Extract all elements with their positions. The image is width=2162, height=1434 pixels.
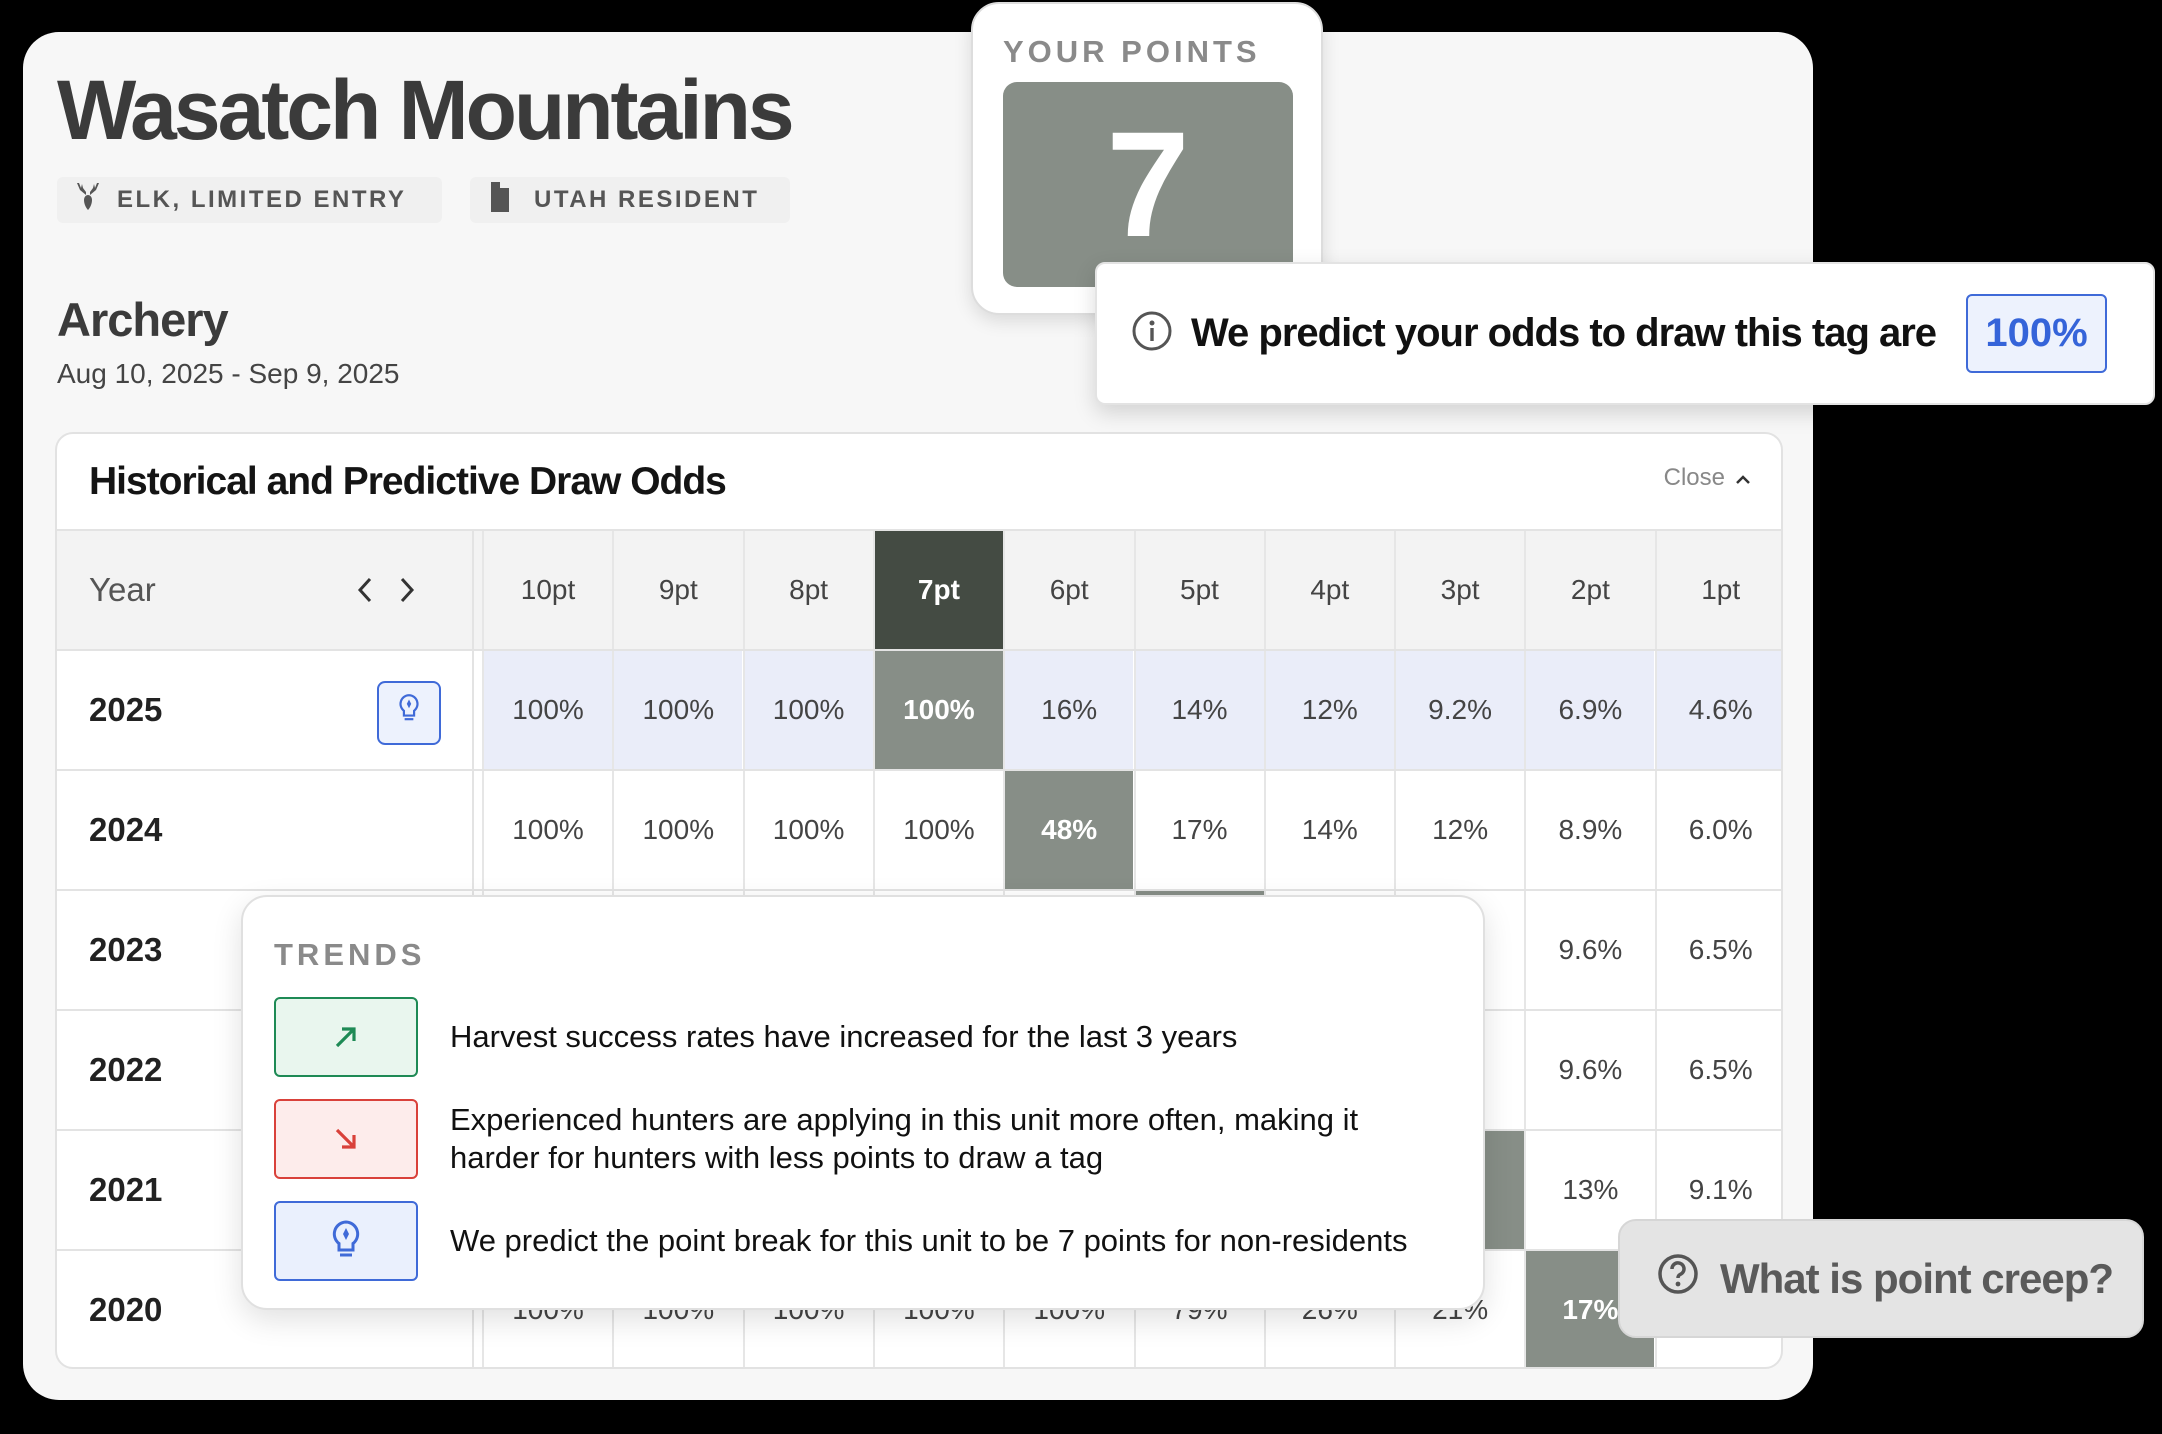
odds-cell: 6.0% <box>1654 771 1781 889</box>
odds-cell: 4.6% <box>1654 651 1781 769</box>
prediction-popup: We predict your odds to draw this tag ar… <box>1095 262 2155 405</box>
species-tag: ELK, LIMITED ENTRY <box>57 177 442 223</box>
your-points-value: 7 <box>1003 82 1293 287</box>
season-title: Archery <box>57 293 229 346</box>
chevron-left-icon[interactable] <box>357 576 373 604</box>
column-header-1pt[interactable]: 1pt <box>1654 531 1781 649</box>
odds-cell: 14% <box>1263 771 1394 889</box>
odds-cell: 17% <box>1133 771 1264 889</box>
column-header-10pt[interactable]: 10pt <box>482 531 612 649</box>
trend-text: Harvest success rates have increased for… <box>450 1019 1238 1054</box>
table-row: 2024 100% 100% 100% 100% 48% 17% 14% 12% 8.9% 6.0% <box>57 769 1781 889</box>
utah-state-icon <box>490 181 510 219</box>
residency-tag-label: UTAH RESIDENT <box>534 186 760 213</box>
prediction-text: We predict your odds to draw this tag ar… <box>1191 311 1937 355</box>
chevron-right-icon[interactable] <box>399 576 415 604</box>
odds-cell: 14% <box>1133 651 1264 769</box>
column-header-4pt[interactable]: 4pt <box>1263 531 1394 649</box>
column-header-9pt[interactable]: 9pt <box>612 531 742 649</box>
odds-cell: 48% <box>1003 771 1134 889</box>
lightbulb-icon <box>398 693 420 733</box>
column-header-3pt[interactable]: 3pt <box>1394 531 1524 649</box>
point-creep-button[interactable]: What is point creep? <box>1618 1219 2144 1338</box>
row-year-label: 2025 <box>89 691 163 728</box>
lightbulb-icon <box>274 1201 418 1281</box>
question-circle-icon <box>1656 1252 1700 1306</box>
trends-title: TRENDS <box>274 937 426 972</box>
table-row: 2025 100% 100% 100% 100% 16% 14% 12% 9.2% 6.9% 4.6… <box>57 649 1781 769</box>
odds-cell: 16% <box>1003 651 1134 769</box>
arrow-up-right-icon <box>274 997 418 1077</box>
odds-cell: 100% <box>872 771 1003 889</box>
odds-cell: 100% <box>742 651 873 769</box>
row-year-label: 2023 <box>89 931 163 968</box>
row-year-label: 2022 <box>89 1051 163 1088</box>
column-header-6pt[interactable]: 6pt <box>1003 531 1133 649</box>
point-creep-label: What is point creep? <box>1720 1254 2114 1302</box>
your-points-label: YOUR POINTS <box>1003 34 1261 69</box>
row-year-label: 2020 <box>89 1291 163 1328</box>
row-year-label: 2024 <box>89 811 163 848</box>
year-header: Year <box>57 531 474 649</box>
arrow-down-right-icon <box>274 1099 418 1179</box>
row-year-label: 2021 <box>89 1171 163 1208</box>
unit-title: Wasatch Mountains <box>57 63 795 157</box>
trend-item: We predict the point break for this unit… <box>274 1201 1450 1281</box>
odds-cell: 12% <box>1263 651 1394 769</box>
season-dates: Aug 10, 2025 - Sep 9, 2025 <box>57 358 400 389</box>
odds-cell: 9.6% <box>1524 891 1654 1009</box>
info-icon <box>1131 310 1173 357</box>
residency-tag: UTAH RESIDENT <box>470 177 790 223</box>
odds-cell: 100% <box>482 651 612 769</box>
draw-odds-title: Historical and Predictive Draw Odds <box>89 460 727 503</box>
row-year: 2024 <box>57 771 474 889</box>
close-label: Close <box>1663 464 1725 491</box>
odds-cell: 100% <box>742 771 873 889</box>
year-nav <box>357 531 415 649</box>
odds-cell: 6.5% <box>1654 1011 1781 1129</box>
odds-cell: 12% <box>1394 771 1524 889</box>
trend-item: Harvest success rates have increased for… <box>274 997 1450 1077</box>
odds-cell: 6.5% <box>1654 891 1781 1009</box>
odds-cell: 100% <box>482 771 612 889</box>
trend-item: Experienced hunters are applying in this… <box>274 1099 1450 1179</box>
column-header-7pt[interactable]: 7pt <box>872 531 1003 649</box>
year-header-label: Year <box>89 571 156 608</box>
table-header-row: Year 10pt 9pt 8pt 7pt 6pt 5pt 4pt 3pt 2pt 1pt <box>57 529 1781 649</box>
column-header-8pt[interactable]: 8pt <box>742 531 873 649</box>
trends-popup: TRENDS Harvest success rates have increa… <box>241 895 1485 1310</box>
odds-cell: 6.9% <box>1524 651 1655 769</box>
prediction-odds-badge: 100% <box>1966 294 2108 373</box>
elk-icon <box>75 181 101 220</box>
odds-cell: 9.6% <box>1524 1011 1654 1129</box>
column-header-2pt[interactable]: 2pt <box>1524 531 1654 649</box>
odds-cell: 8.9% <box>1524 771 1654 889</box>
trend-text: Experienced hunters are applying in this… <box>450 1102 1359 1175</box>
row-year: 2025 <box>57 651 474 769</box>
odds-cell: 100% <box>612 651 743 769</box>
odds-cell: 9.2% <box>1394 651 1525 769</box>
trend-text: We predict the point break for this unit… <box>450 1223 1408 1258</box>
odds-cell: 100% <box>872 651 1003 769</box>
odds-cell: 100% <box>612 771 742 889</box>
close-button[interactable]: Close <box>1664 464 1751 492</box>
column-header-5pt[interactable]: 5pt <box>1133 531 1264 649</box>
species-tag-label: ELK, LIMITED ENTRY <box>117 186 407 213</box>
chevron-up-icon <box>1735 464 1751 492</box>
prediction-lightbulb-button[interactable] <box>377 681 441 745</box>
